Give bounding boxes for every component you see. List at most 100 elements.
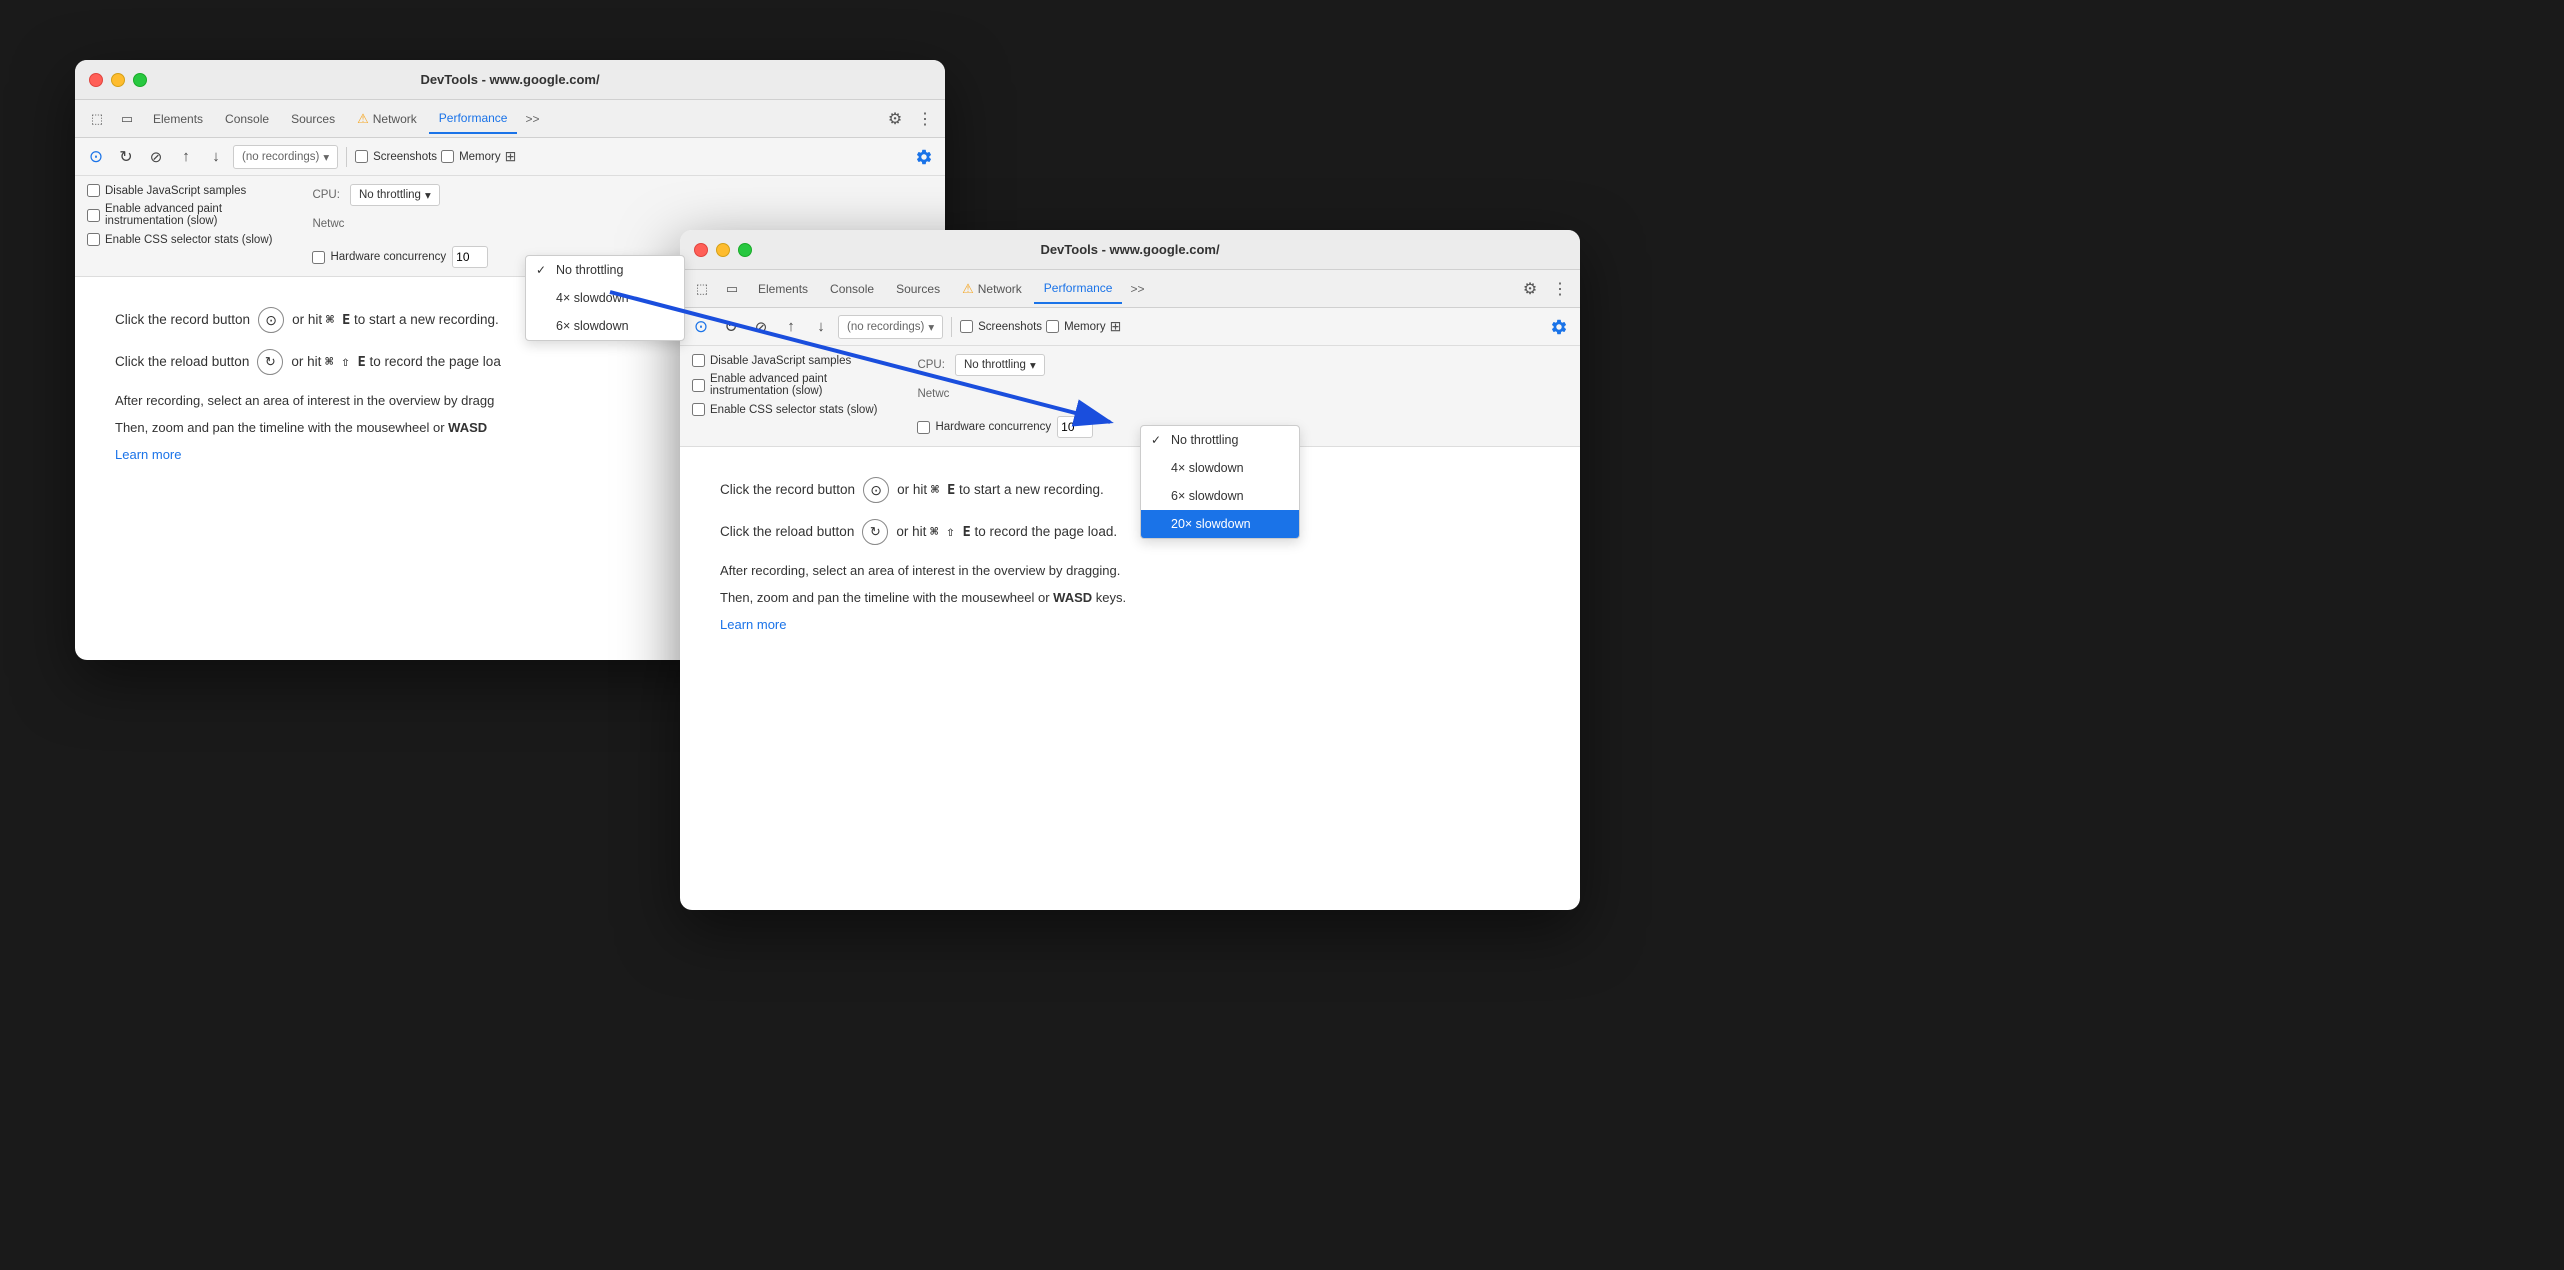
cpu-label-1: CPU:	[312, 189, 339, 201]
hardware-concurrency-input-2[interactable]	[1057, 416, 1093, 438]
recordings-select-1[interactable]: (no recordings) ▾	[233, 145, 338, 169]
network-label-2: Netwc	[917, 388, 949, 400]
upload-btn-2[interactable]: ↑	[778, 314, 804, 340]
css-selector-checkbox-1[interactable]: Enable CSS selector stats (slow)	[87, 233, 272, 246]
recordings-chevron-1: ▾	[323, 150, 329, 164]
record-btn-2[interactable]: ⊙	[688, 314, 714, 340]
minimize-button-2[interactable]	[716, 243, 730, 257]
disable-js-checkbox-2[interactable]: Disable JavaScript samples	[692, 354, 877, 367]
tab-console-1[interactable]: Console	[215, 104, 279, 134]
hardware-checkbox-2[interactable]: Hardware concurrency	[917, 421, 1051, 434]
minimize-button-1[interactable]	[111, 73, 125, 87]
toolbar-divider-1	[346, 147, 347, 167]
advanced-paint-checkbox-2[interactable]: Enable advanced paintinstrumentation (sl…	[692, 373, 877, 397]
memory-checkbox-1[interactable]: Memory	[441, 150, 501, 163]
dropdown-item-no-throttling-2[interactable]: No throttling	[1141, 426, 1299, 454]
desc-2-2: Then, zoom and pan the timeline with the…	[720, 588, 1540, 609]
hardware-checkbox-1[interactable]: Hardware concurrency	[312, 251, 446, 264]
recordings-placeholder-2: (no recordings)	[847, 321, 924, 333]
reload-btn-inline-1: ↻	[257, 349, 283, 375]
cpu-row-1: CPU: No throttling ▾	[312, 184, 488, 206]
stop-btn-2[interactable]: ⊘	[748, 314, 774, 340]
settings-gear-2[interactable]	[1546, 314, 1572, 340]
disable-js-checkbox-1[interactable]: Disable JavaScript samples	[87, 184, 272, 197]
recordings-chevron-2: ▾	[928, 320, 934, 334]
devtools-window-2: DevTools - www.google.com/ ⬚ ▭ Elements …	[680, 230, 1580, 910]
maximize-button-2[interactable]	[738, 243, 752, 257]
dropdown-item-4x-1[interactable]: 4× slowdown	[526, 284, 684, 312]
title-bar-2: DevTools - www.google.com/	[680, 230, 1580, 270]
main-content-2: Click the record button ⊙ or hit ⌘ E to …	[680, 447, 1580, 665]
cpu-dropdown-2: No throttling 4× slowdown 6× slowdown 20…	[1140, 425, 1300, 539]
title-bar-1: DevTools - www.google.com/	[75, 60, 945, 100]
learn-more-link-1[interactable]: Learn more	[115, 447, 181, 462]
hardware-row-1: Hardware concurrency	[312, 246, 488, 268]
settings-icon-1[interactable]: ⚙	[881, 105, 909, 133]
tab-more-2[interactable]: >>	[1124, 282, 1150, 296]
desc-1-2: After recording, select an area of inter…	[720, 561, 1540, 582]
hardware-row-2: Hardware concurrency	[917, 416, 1093, 438]
dropdown-item-6x-1[interactable]: 6× slowdown	[526, 312, 684, 340]
dropdown-item-20x-2[interactable]: 20× slowdown	[1141, 510, 1299, 538]
settings-icon-2[interactable]: ⚙	[1516, 275, 1544, 303]
network-warning-icon-2: ⚠	[962, 281, 974, 297]
hardware-concurrency-input-1[interactable]	[452, 246, 488, 268]
tab-sources-2[interactable]: Sources	[886, 274, 950, 304]
network-row-1: Netwc	[312, 218, 488, 230]
download-btn-2[interactable]: ↓	[808, 314, 834, 340]
memory-checkbox-2[interactable]: Memory	[1046, 320, 1106, 333]
tab-performance-1[interactable]: Performance	[429, 104, 518, 134]
inspector-icon-2[interactable]: ⬚	[688, 275, 716, 303]
cpu-selected-value-1: No throttling	[359, 189, 421, 201]
upload-btn-1[interactable]: ↑	[173, 144, 199, 170]
reload-btn-2[interactable]: ↻	[718, 314, 744, 340]
toolbar-1: ⊙ ↻ ⊘ ↑ ↓ (no recordings) ▾ Screenshots …	[75, 138, 945, 176]
tab-bar-right-2: ⚙ ⋮	[1516, 275, 1572, 303]
tab-performance-2[interactable]: Performance	[1034, 274, 1123, 304]
tab-console-2[interactable]: Console	[820, 274, 884, 304]
memory-icon-2: ⊞	[1110, 318, 1122, 335]
close-button-1[interactable]	[89, 73, 103, 87]
more-icon-1[interactable]: ⋮	[913, 105, 937, 133]
toolbar-2: ⊙ ↻ ⊘ ↑ ↓ (no recordings) ▾ Screenshots …	[680, 308, 1580, 346]
maximize-button-1[interactable]	[133, 73, 147, 87]
recordings-placeholder-1: (no recordings)	[242, 151, 319, 163]
inspector-icon[interactable]: ⬚	[83, 105, 111, 133]
cpu-label-2: CPU:	[917, 359, 944, 371]
advanced-paint-checkbox-1[interactable]: Enable advanced paintinstrumentation (sl…	[87, 203, 272, 227]
network-warning-icon: ⚠	[357, 111, 369, 127]
close-button-2[interactable]	[694, 243, 708, 257]
device-icon[interactable]: ▭	[113, 105, 141, 133]
tab-bar-right-1: ⚙ ⋮	[881, 105, 937, 133]
css-selector-checkbox-2[interactable]: Enable CSS selector stats (slow)	[692, 403, 877, 416]
tab-elements-1[interactable]: Elements	[143, 104, 213, 134]
more-icon-2[interactable]: ⋮	[1548, 275, 1572, 303]
reload-btn-1[interactable]: ↻	[113, 144, 139, 170]
recordings-select-2[interactable]: (no recordings) ▾	[838, 315, 943, 339]
download-btn-1[interactable]: ↓	[203, 144, 229, 170]
window-title-2: DevTools - www.google.com/	[1040, 242, 1219, 257]
reload-instruction-2: Click the reload button ↻ or hit ⌘ ⇧ E t…	[720, 519, 1540, 545]
dropdown-item-6x-2[interactable]: 6× slowdown	[1141, 482, 1299, 510]
tab-more-1[interactable]: >>	[519, 112, 545, 126]
learn-more-link-2[interactable]: Learn more	[720, 617, 786, 632]
record-text-1: Click the record button	[115, 309, 250, 331]
screenshots-checkbox-1[interactable]: Screenshots	[355, 150, 437, 163]
network-label-1: Netwc	[312, 218, 344, 230]
dropdown-item-no-throttling-1[interactable]: No throttling	[526, 256, 684, 284]
cpu-select-1[interactable]: No throttling ▾	[350, 184, 440, 206]
dropdown-item-4x-2[interactable]: 4× slowdown	[1141, 454, 1299, 482]
traffic-lights-1	[89, 73, 147, 87]
cpu-chevron-1: ▾	[425, 188, 431, 202]
settings-gear-1[interactable]	[911, 144, 937, 170]
screenshots-checkbox-2[interactable]: Screenshots	[960, 320, 1042, 333]
tab-network-1[interactable]: ⚠Network	[347, 104, 427, 134]
cpu-select-2[interactable]: No throttling ▾	[955, 354, 1045, 376]
record-btn-1[interactable]: ⊙	[83, 144, 109, 170]
stop-btn-1[interactable]: ⊘	[143, 144, 169, 170]
tab-elements-2[interactable]: Elements	[748, 274, 818, 304]
tab-bar-2: ⬚ ▭ Elements Console Sources ⚠Network Pe…	[680, 270, 1580, 308]
tab-network-2[interactable]: ⚠Network	[952, 274, 1032, 304]
device-icon-2[interactable]: ▭	[718, 275, 746, 303]
tab-sources-1[interactable]: Sources	[281, 104, 345, 134]
